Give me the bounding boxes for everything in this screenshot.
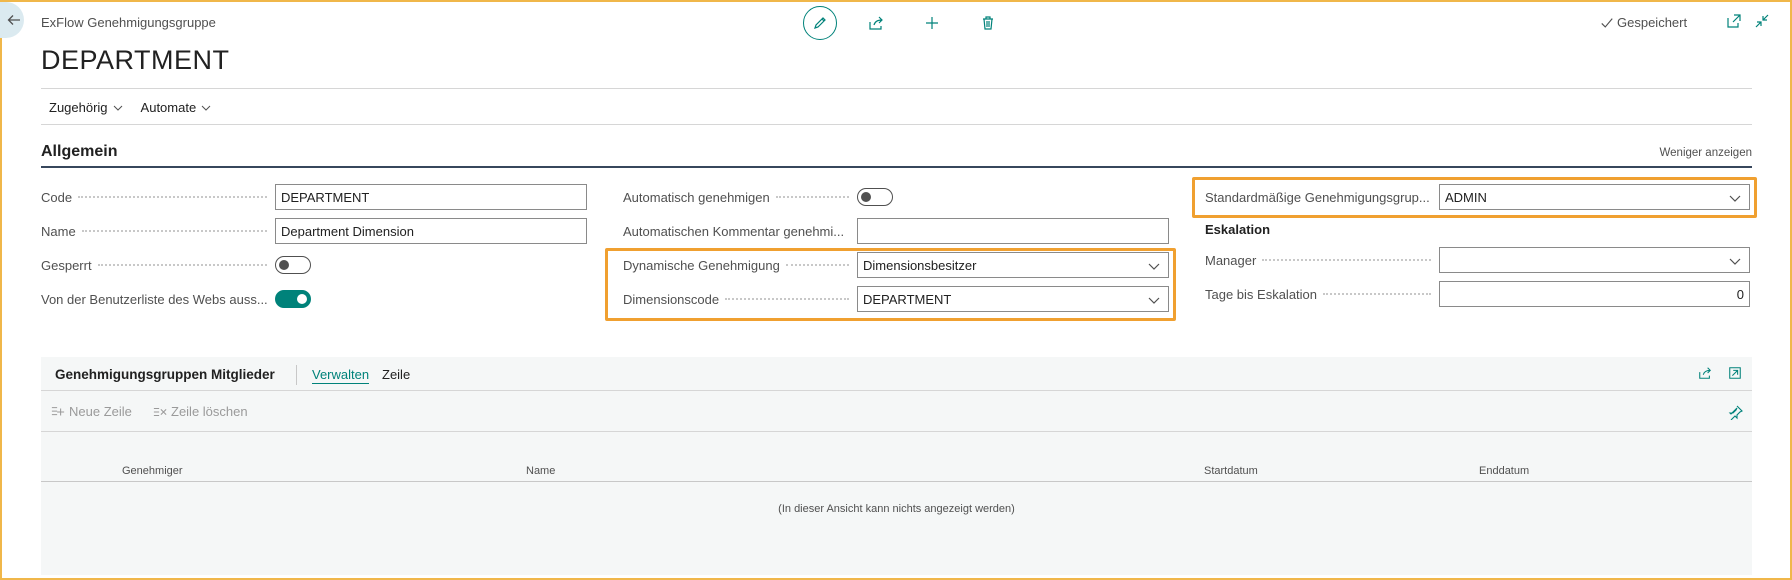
subpage-header: Genehmigungsgruppen Mitglieder Verwalten… (41, 357, 1752, 391)
trash-icon (983, 16, 993, 30)
new-line-button[interactable]: Neue Zeile (51, 404, 132, 419)
delete-line-icon (153, 407, 167, 416)
new-line-label: Neue Zeile (69, 404, 132, 419)
field-default-group-label: Standardmäßige Genehmigungsgrup... (1205, 189, 1436, 205)
edit-button[interactable] (803, 6, 837, 40)
column-header-start-date[interactable]: Startdatum (1204, 465, 1258, 477)
field-dynamic-approval-label: Dynamische Genehmigung (623, 257, 786, 273)
action-related-label: Zugehörig (49, 100, 108, 115)
divider (41, 88, 1752, 89)
arrow-left-icon (7, 15, 20, 25)
field-auto-approve-label: Automatisch genehmigen (623, 189, 776, 205)
page-toolbar (803, 6, 1027, 40)
field-default-group: Standardmäßige Genehmigungsgrup... ADMIN (1205, 184, 1750, 210)
column-header-end-date[interactable]: Enddatum (1479, 465, 1529, 477)
open-new-window-icon (1727, 14, 1741, 28)
open-new-window-button[interactable] (1726, 13, 1744, 31)
dynamic-approval-value: Dimensionsbesitzer (863, 257, 977, 273)
field-code: Code DEPARTMENT (41, 184, 587, 210)
delete-line-button[interactable]: Zeile löschen (153, 404, 248, 419)
subpage-share-button[interactable] (1698, 366, 1714, 382)
field-exclude-web: Von der Benutzerliste des Webs auss... (41, 286, 311, 312)
chevron-down-icon (1729, 195, 1741, 202)
field-dimension-code: Dimensionscode DEPARTMENT (623, 286, 1169, 312)
share-icon (1699, 367, 1711, 379)
action-bar: Zugehörig Automate (49, 100, 229, 115)
subpage-expand-button[interactable] (1728, 366, 1744, 382)
auto-comment-input[interactable] (857, 218, 1169, 244)
chevron-down-icon (1729, 258, 1741, 265)
field-days-escalation-label: Tage bis Eskalation (1205, 286, 1324, 302)
field-dimension-code-label: Dimensionscode (623, 291, 726, 307)
saved-status: Gespeichert (1600, 15, 1687, 30)
dimension-code-select[interactable]: DEPARTMENT (857, 286, 1169, 312)
auto-approve-toggle[interactable] (857, 188, 893, 206)
grid-header: Genehmiger Name Startdatum Enddatum (41, 462, 1752, 482)
field-exclude-web-label: Von der Benutzerliste des Webs auss... (41, 291, 274, 307)
column-header-approver[interactable]: Genehmiger (122, 465, 183, 477)
delete-line-label: Zeile löschen (171, 404, 248, 419)
tab-manage[interactable]: Verwalten (312, 367, 370, 384)
checkmark-icon (1601, 17, 1613, 28)
days-escalation-input[interactable]: 0 (1439, 281, 1750, 307)
field-auto-comment-label: Automatischen Kommentar genehmi... (623, 223, 851, 239)
field-code-label: Code (41, 189, 79, 205)
members-subpage: Genehmigungsgruppen Mitglieder Verwalten… (41, 357, 1752, 575)
saved-label: Gespeichert (1617, 15, 1688, 30)
section-title-general[interactable]: Allgemein (41, 143, 117, 161)
field-auto-approve: Automatisch genehmigen (623, 184, 893, 210)
action-related[interactable]: Zugehörig (49, 100, 123, 115)
section-underline (41, 166, 1752, 168)
dimension-code-value: DEPARTMENT (863, 291, 952, 307)
app-title: ExFlow Genehmigungsgruppe (41, 15, 216, 30)
share-button[interactable] (859, 6, 893, 40)
dynamic-approval-select[interactable]: Dimensionsbesitzer (857, 252, 1169, 278)
window-controls (1716, 13, 1772, 31)
code-input[interactable]: DEPARTMENT (275, 184, 587, 210)
chevron-down-icon (113, 105, 122, 111)
chevron-down-icon (1148, 297, 1160, 304)
new-line-icon (51, 406, 65, 415)
empty-message: (In dieser Ansicht kann nichts angezeigt… (778, 503, 1015, 515)
field-name-label: Name (41, 223, 82, 239)
field-manager-label: Manager (1205, 252, 1263, 268)
escalation-heading: Eskalation (1205, 222, 1271, 237)
chevron-down-icon (201, 105, 211, 111)
divider (41, 124, 1752, 125)
field-dynamic-approval: Dynamische Genehmigung Dimensionsbesitze… (623, 252, 1169, 278)
delete-button[interactable] (971, 6, 1005, 40)
field-manager: Manager (1205, 247, 1750, 273)
exclude-web-toggle[interactable] (275, 290, 311, 308)
default-group-value: ADMIN (1445, 189, 1487, 205)
collapse-icon (1755, 14, 1769, 28)
field-name: Name Department Dimension (41, 218, 587, 244)
collapse-button[interactable] (1754, 13, 1772, 31)
subpage-actions: Neue Zeile Zeile löschen (41, 392, 1752, 432)
new-button[interactable] (915, 6, 949, 40)
show-less-link[interactable]: Weniger anzeigen (1660, 147, 1753, 159)
field-days-escalation: Tage bis Eskalation 0 (1205, 281, 1750, 307)
page-title: DEPARTMENT (41, 45, 230, 75)
field-blocked-label: Gesperrt (41, 257, 98, 273)
tab-line[interactable]: Zeile (382, 367, 410, 382)
subpage-title: Genehmigungsgruppen Mitglieder (55, 367, 275, 382)
back-button[interactable] (0, 2, 24, 38)
blocked-toggle[interactable] (275, 256, 311, 274)
name-input[interactable]: Department Dimension (275, 218, 587, 244)
field-auto-comment: Automatischen Kommentar genehmi... (623, 218, 1169, 244)
share-icon (869, 16, 883, 30)
column-header-name[interactable]: Name (526, 465, 555, 477)
field-blocked: Gesperrt (41, 252, 311, 278)
action-automate[interactable]: Automate (141, 100, 212, 115)
divider (296, 365, 297, 385)
plus-icon (926, 17, 938, 29)
action-automate-label: Automate (140, 100, 197, 115)
pin-icon[interactable] (1728, 404, 1744, 420)
pencil-icon (814, 17, 826, 29)
chevron-down-icon (1148, 263, 1160, 270)
manager-select[interactable] (1439, 247, 1750, 273)
default-group-select[interactable]: ADMIN (1439, 184, 1750, 210)
subpage-icons (1684, 366, 1744, 382)
expand-icon (1729, 367, 1741, 379)
